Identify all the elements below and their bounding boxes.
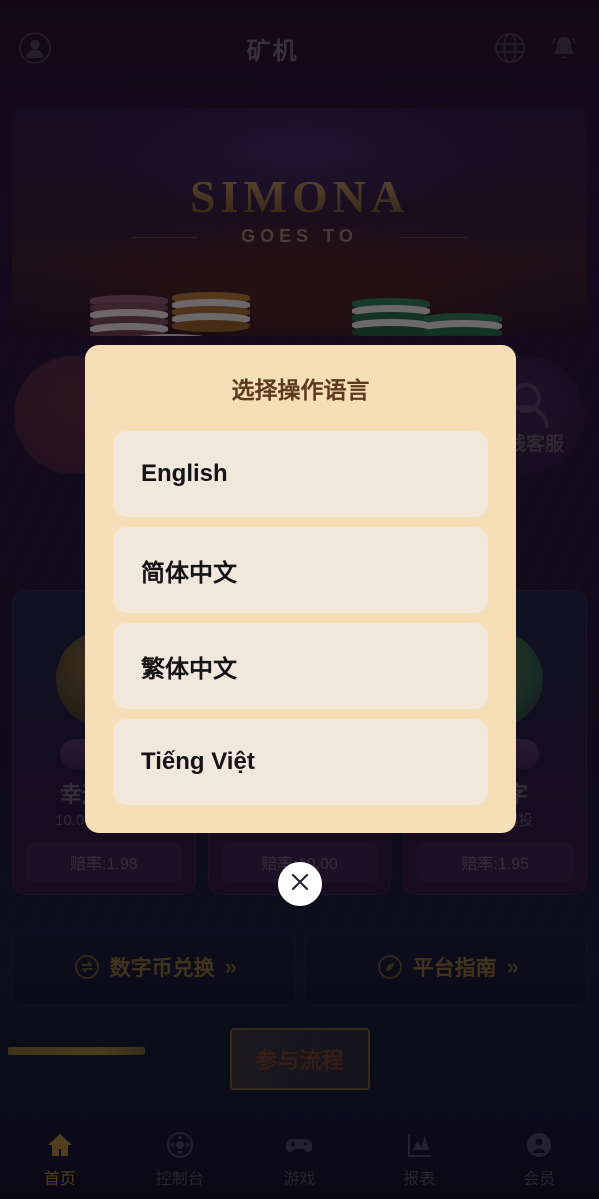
language-option-english[interactable]: English	[113, 431, 488, 517]
language-option-label: English	[141, 460, 228, 487]
language-option-label: 简体中文	[141, 559, 237, 587]
language-option-traditional-chinese[interactable]: 繁体中文	[113, 623, 488, 709]
language-modal: 选择操作语言 English 简体中文 繁体中文 Tiếng Việt	[85, 345, 516, 833]
close-modal-button[interactable]	[277, 862, 322, 906]
language-option-label: 繁体中文	[141, 655, 237, 683]
language-option-simplified-chinese[interactable]: 简体中文	[113, 527, 488, 613]
close-icon	[290, 872, 310, 897]
language-option-vietnamese[interactable]: Tiếng Việt	[113, 719, 488, 805]
language-modal-title: 选择操作语言	[231, 377, 370, 403]
language-option-label: Tiếng Việt	[141, 748, 255, 775]
